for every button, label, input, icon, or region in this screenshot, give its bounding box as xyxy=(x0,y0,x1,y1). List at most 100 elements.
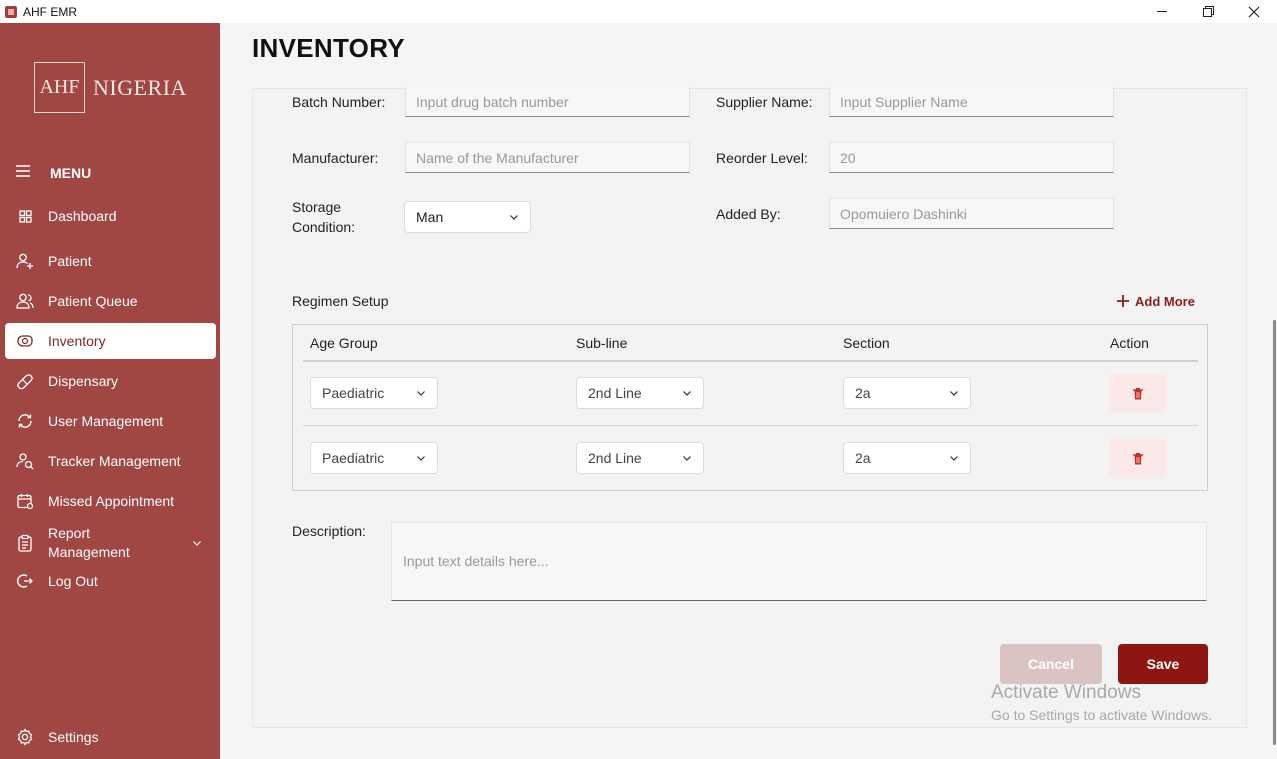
storage-condition-label: Storage Condition: xyxy=(292,199,356,235)
pill-icon xyxy=(16,372,34,390)
tracker-icon xyxy=(16,452,34,470)
sidebar-item-label: Dashboard xyxy=(48,208,117,224)
chevron-down-icon xyxy=(192,535,202,551)
calendar-icon xyxy=(16,492,34,510)
window-title: AHF EMR xyxy=(23,4,77,19)
restore-button[interactable] xyxy=(1185,0,1231,23)
description-label: Description: xyxy=(292,523,366,539)
storage-condition-select[interactable]: Man xyxy=(404,201,531,233)
app-icon xyxy=(5,5,17,18)
sidebar-item-label: Settings xyxy=(48,729,99,745)
row-divider xyxy=(303,425,1198,426)
logout-icon xyxy=(16,572,34,590)
trash-icon xyxy=(1133,452,1143,464)
close-icon xyxy=(1248,6,1260,17)
sidebar-item-missed-appointment[interactable]: Missed Appointment xyxy=(5,483,216,519)
menu-label: MENU xyxy=(50,165,92,181)
age-group-select[interactable]: Paediatric xyxy=(310,442,438,474)
title-bar: AHF EMR xyxy=(0,0,1277,23)
sub-line-value: 2nd Line xyxy=(588,450,642,466)
cancel-button[interactable]: Cancel xyxy=(1000,644,1102,684)
sub-line-value: 2nd Line xyxy=(588,385,642,401)
logo-mark: AHF xyxy=(34,62,85,113)
activate-windows-subtitle: Go to Settings to activate Windows. xyxy=(991,707,1212,723)
section-select[interactable]: 2a xyxy=(843,377,971,409)
chevron-down-icon xyxy=(683,391,691,396)
logo: AHF NIGERIA xyxy=(34,62,187,113)
section-value: 2a xyxy=(855,385,871,401)
batch-number-label: Batch Number: xyxy=(292,94,386,110)
chevron-down-icon xyxy=(950,456,958,461)
plus-icon xyxy=(1117,291,1129,312)
add-more-label: Add More xyxy=(1135,294,1195,309)
sidebar-item-label: Patient Queue xyxy=(48,293,138,309)
description-textarea[interactable]: Input text details here... xyxy=(391,522,1207,601)
supplier-name-input[interactable]: Input Supplier Name xyxy=(829,86,1114,117)
inventory-icon xyxy=(16,332,34,350)
save-button[interactable]: Save xyxy=(1118,644,1208,684)
sidebar-item-log-out[interactable]: Log Out xyxy=(5,563,216,599)
minimize-icon xyxy=(1156,11,1167,12)
age-group-value: Paediatric xyxy=(322,450,385,466)
add-more-button[interactable]: Add More xyxy=(1117,291,1195,312)
chevron-down-icon xyxy=(417,456,425,461)
column-header-age-group: Age Group xyxy=(310,335,378,351)
chevron-down-icon xyxy=(950,391,958,396)
chevron-down-icon xyxy=(510,215,518,220)
trash-icon xyxy=(1133,387,1143,399)
sidebar-item-settings[interactable]: Settings xyxy=(5,719,216,755)
sidebar-item-report-management[interactable]: Report Management xyxy=(5,523,216,563)
delete-row-button[interactable] xyxy=(1109,439,1167,477)
reorder-level-label: Reorder Level: xyxy=(716,150,808,166)
section-value: 2a xyxy=(855,450,871,466)
close-button[interactable] xyxy=(1231,0,1277,23)
age-group-value: Paediatric xyxy=(322,385,385,401)
sub-line-select[interactable]: 2nd Line xyxy=(576,442,704,474)
sub-line-select[interactable]: 2nd Line xyxy=(576,377,704,409)
regimen-table: Age Group Sub-line Section Action Paedia… xyxy=(292,324,1208,491)
activate-windows-title: Activate Windows xyxy=(991,682,1141,703)
reorder-level-input[interactable]: 20 xyxy=(829,142,1114,173)
logo-text: NIGERIA xyxy=(93,74,187,100)
batch-number-input[interactable]: Input drug batch number xyxy=(405,86,690,117)
column-header-sub-line: Sub-line xyxy=(576,335,628,351)
sidebar-item-dispensary[interactable]: Dispensary xyxy=(5,363,216,399)
sidebar-item-user-management[interactable]: User Management xyxy=(5,403,216,439)
window-controls xyxy=(1139,0,1277,23)
sidebar-item-label: Dispensary xyxy=(48,373,119,389)
clipboard-icon xyxy=(16,534,34,552)
sidebar-item-inventory[interactable]: Inventory xyxy=(5,323,216,359)
menu-toggle[interactable]: MENU xyxy=(16,164,91,182)
column-header-action: Action xyxy=(1110,335,1149,351)
minimize-button[interactable] xyxy=(1139,0,1185,23)
sidebar-item-label: Report Management xyxy=(48,525,130,560)
sidebar-item-dashboard[interactable]: Dashboard xyxy=(5,198,216,234)
user-plus-icon xyxy=(16,252,34,270)
supplier-name-label: Supplier Name: xyxy=(716,94,813,110)
section-select[interactable]: 2a xyxy=(843,442,971,474)
manufacturer-label: Manufacturer: xyxy=(292,150,379,166)
grid-icon xyxy=(16,207,34,225)
sidebar-item-tracker-management[interactable]: Tracker Management xyxy=(5,443,216,479)
regimen-setup-title: Regimen Setup xyxy=(292,293,389,309)
sidebar: AHF NIGERIA MENU Dashboard Patient Patie… xyxy=(0,23,220,759)
chevron-down-icon xyxy=(683,456,691,461)
age-group-select[interactable]: Paediatric xyxy=(310,377,438,409)
storage-condition-value: Man xyxy=(416,209,444,225)
sidebar-item-patient-queue[interactable]: Patient Queue xyxy=(5,283,216,319)
page-title: INVENTORY xyxy=(252,33,405,63)
sidebar-item-label: Inventory xyxy=(48,333,106,349)
sidebar-item-label: Missed Appointment xyxy=(48,493,175,509)
manufacturer-input[interactable]: Name of the Manufacturer xyxy=(405,142,690,173)
sidebar-item-patient[interactable]: Patient xyxy=(5,243,216,279)
sidebar-item-label: Tracker Management xyxy=(48,453,181,469)
sidebar-item-label: Log Out xyxy=(48,573,98,589)
added-by-label: Added By: xyxy=(716,206,781,222)
column-header-section: Section xyxy=(843,335,890,351)
scrollbar[interactable] xyxy=(1273,320,1276,745)
chevron-down-icon xyxy=(417,391,425,396)
delete-row-button[interactable] xyxy=(1109,374,1167,412)
added-by-input[interactable]: Opomuiero Dashinki xyxy=(829,198,1114,229)
header-divider xyxy=(303,360,1198,362)
refresh-users-icon xyxy=(16,412,34,430)
